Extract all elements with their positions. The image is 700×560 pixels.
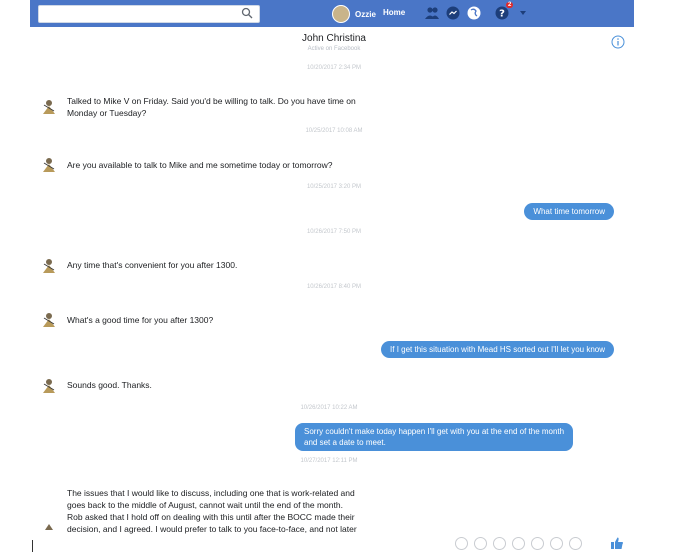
search-icon[interactable] xyxy=(241,7,253,19)
message-incoming: What's a good time for you after 1300? xyxy=(67,314,213,326)
payment-icon[interactable] xyxy=(550,537,563,550)
conversation-title: John Christina xyxy=(302,33,366,44)
home-link[interactable]: Home xyxy=(383,8,405,17)
message-line: Sorry couldn't make today happen I'll ge… xyxy=(304,427,565,436)
message-line: Any time that's convenient for you after… xyxy=(67,260,238,270)
message-incoming: Are you available to talk to Mike and me… xyxy=(67,159,333,171)
message-line: Rob asked that I hold off on dealing wit… xyxy=(67,512,355,522)
avatar xyxy=(43,379,55,393)
svg-text:?: ? xyxy=(499,9,505,20)
help-icon[interactable]: ? xyxy=(494,5,510,21)
message-line: goes back to the middle of August, canno… xyxy=(67,500,343,510)
profile-link[interactable]: Ozzie xyxy=(332,5,376,23)
message-line: Talked to Mike V on Friday. Said you'd b… xyxy=(67,96,356,106)
avatar xyxy=(43,259,55,273)
message-incoming: Any time that's convenient for you after… xyxy=(67,259,237,271)
message-line: What's a good time for you after 1300? xyxy=(67,315,214,325)
profile-name: Ozzie xyxy=(355,9,376,19)
message-line: The issues that I would like to discuss,… xyxy=(67,488,355,498)
game-icon[interactable] xyxy=(569,537,582,550)
avatar xyxy=(332,5,350,23)
avatar xyxy=(45,524,53,530)
message-line: What time tomorrow xyxy=(533,207,605,216)
timestamp: 10/27/2017 12:11 PM xyxy=(300,458,358,464)
friends-icon[interactable] xyxy=(424,5,440,21)
composer-toolbar xyxy=(455,537,582,550)
timestamp: 10/25/2017 10:08 AM xyxy=(305,128,363,134)
top-navigation-bar: Ozzie Home 2 ? xyxy=(30,0,634,27)
message-incoming: Talked to Mike V on Friday. Said you'd b… xyxy=(67,95,356,119)
message-line: Are you available to talk to Mike and me… xyxy=(67,160,333,170)
avatar xyxy=(43,313,55,327)
emoji-icon[interactable] xyxy=(512,537,525,550)
avatar xyxy=(43,158,55,172)
message-line: If I get this situation with Mead HS sor… xyxy=(390,345,605,354)
timestamp: 10/20/2017 2:34 PM xyxy=(306,65,362,71)
camera-icon[interactable] xyxy=(455,537,468,550)
message-incoming: Sounds good. Thanks. xyxy=(67,379,152,391)
message-line: Monday or Tuesday? xyxy=(67,108,147,118)
message-outgoing: If I get this situation with Mead HS sor… xyxy=(381,341,614,358)
search-input[interactable] xyxy=(38,5,260,23)
text-cursor xyxy=(32,540,33,552)
message-line: and set a date to meet. xyxy=(304,438,386,447)
chevron-down-icon[interactable] xyxy=(515,5,531,21)
message-outgoing: Sorry couldn't make today happen I'll ge… xyxy=(295,423,574,451)
sticker-icon[interactable] xyxy=(531,537,544,550)
gif-icon[interactable] xyxy=(493,537,506,550)
message-incoming: The issues that I would like to discuss,… xyxy=(67,487,357,535)
notifications-icon[interactable] xyxy=(466,5,482,21)
message-line: decision, and I agreed. I would prefer t… xyxy=(67,524,357,534)
message-outgoing: What time tomorrow xyxy=(524,203,614,220)
photo-icon[interactable] xyxy=(474,537,487,550)
info-icon[interactable] xyxy=(611,35,625,49)
thumbs-up-icon[interactable] xyxy=(610,536,624,550)
messenger-icon[interactable] xyxy=(445,5,461,21)
message-input[interactable] xyxy=(32,540,112,552)
avatar xyxy=(43,100,55,114)
timestamp: 10/25/2017 3:20 PM xyxy=(306,184,362,190)
conversation-status: Active on Facebook xyxy=(307,46,361,52)
timestamp: 10/26/2017 7:50 PM xyxy=(306,229,362,235)
timestamp: 10/26/2017 8:40 PM xyxy=(306,284,362,290)
timestamp: 10/26/2017 10:22 AM xyxy=(300,405,358,411)
message-line: Sounds good. Thanks. xyxy=(67,380,152,390)
